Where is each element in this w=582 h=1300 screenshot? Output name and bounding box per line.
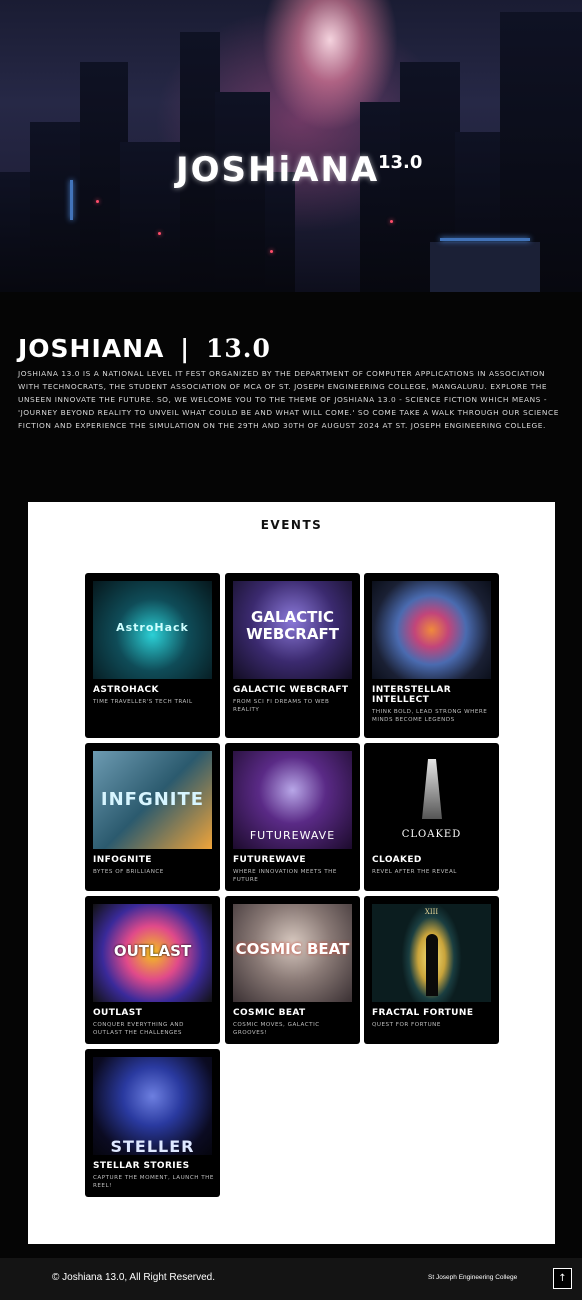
event-card-fractal-fortune[interactable]: XIII Fractal Fortune Quest for fortune: [364, 896, 499, 1044]
event-image-text: COSMIC BEAT: [235, 940, 350, 958]
events-title: EVENTS: [260, 518, 323, 532]
event-image-text: GALACTIC WEBCRAFT: [246, 608, 339, 643]
event-name: Infognite: [93, 855, 152, 865]
event-name: Fractal Fortune: [372, 1008, 474, 1018]
event-card-cloaked[interactable]: CLOAKED Cloaked Revel after the reveal: [364, 743, 499, 891]
event-image: XIII: [372, 904, 491, 1002]
event-tagline: Revel after the reveal: [372, 869, 457, 875]
hero-light: [96, 200, 99, 203]
event-image-text: AstroHack: [116, 621, 189, 634]
event-name: Astrohack: [93, 685, 159, 695]
event-image: AstroHack: [93, 581, 212, 679]
hero-neon-strip: [440, 238, 530, 241]
cloaked-figure-icon: [422, 759, 442, 819]
event-card-cosmic-beat[interactable]: COSMIC BEAT Cosmic Beat Cosmic moves, ga…: [225, 896, 360, 1044]
arrow-up-icon: ↑: [558, 1273, 567, 1284]
hero-platform: [430, 242, 540, 292]
event-image-text: FUTUREWAVE: [249, 829, 336, 842]
hero-version: 13.0: [378, 152, 423, 173]
back-to-top-button[interactable]: ↑: [553, 1268, 572, 1289]
about-title: JOSHIANA | 13.0: [18, 334, 271, 363]
event-card-stellar-stories[interactable]: STELLER Stellar Stories Capture the mome…: [85, 1049, 220, 1197]
hero-neon-strip: [70, 180, 73, 220]
about-title-separator: |: [180, 334, 191, 363]
event-tagline: Bytes of brilliance: [93, 869, 164, 875]
event-image: COSMIC BEAT: [233, 904, 352, 1002]
hero-building: [265, 172, 295, 292]
hero-light: [390, 220, 393, 223]
event-tagline: Quest for fortune: [372, 1022, 441, 1028]
about-title-version: 13.0: [205, 334, 271, 363]
event-name: Cosmic Beat: [233, 1008, 306, 1018]
footer-copyright: © Joshiana 13.0, All Right Reserved.: [52, 1272, 216, 1283]
event-tagline: Cosmic moves, galactic grooves!: [233, 1022, 320, 1036]
event-image: STELLER: [93, 1057, 212, 1155]
event-image: OUTLAST: [93, 904, 212, 1002]
event-name: Stellar Stories: [93, 1161, 190, 1171]
event-card-outlast[interactable]: OUTLAST Outlast Conquer everything and o…: [85, 896, 220, 1044]
event-name: Outlast: [93, 1008, 143, 1018]
about-title-name: JOSHIANA: [18, 334, 165, 363]
event-card-infognite[interactable]: INFGNITE Infognite Bytes of brilliance: [85, 743, 220, 891]
event-tagline: From sci fi dreams to web reality: [233, 699, 330, 713]
hero-title: JOSHiANA: [176, 150, 380, 190]
event-card-futurewave[interactable]: FUTUREWAVE Futurewave Where innovation m…: [225, 743, 360, 891]
event-tagline: Conquer everything and outlast the chall…: [93, 1022, 184, 1036]
event-image-text: STELLER: [110, 1137, 195, 1155]
hero-light: [270, 250, 273, 253]
event-image: GALACTIC WEBCRAFT: [233, 581, 352, 679]
event-name: Galactic Webcraft: [233, 685, 349, 695]
event-tagline: Think bold, lead strong where minds beco…: [372, 709, 488, 723]
about-description: Joshiana 13.0 is a national level IT fes…: [18, 369, 559, 430]
event-tagline: Where innovation meets the future: [233, 869, 337, 883]
event-name: Interstellar Intellect: [372, 685, 452, 705]
footer: © Joshiana 13.0, All Right Reserved. St …: [0, 1258, 582, 1300]
event-name: Cloaked: [372, 855, 422, 865]
footer-college-link[interactable]: St Joseph Engineering College: [428, 1274, 517, 1281]
event-image-text: OUTLAST: [113, 942, 192, 960]
hero-light: [158, 232, 161, 235]
hero-banner: JOSHiANA 13.0: [0, 0, 582, 292]
event-image: INFGNITE: [93, 751, 212, 849]
event-tagline: Time traveller's tech trail: [93, 699, 193, 705]
events-panel: EVENTS AstroHack Astrohack Time travelle…: [28, 502, 555, 1244]
hero-building: [215, 92, 270, 292]
event-image-text: INFGNITE: [100, 789, 205, 810]
event-image: [372, 581, 491, 679]
event-card-astrohack[interactable]: AstroHack Astrohack Time traveller's tec…: [85, 573, 220, 738]
event-card-galactic-webcraft[interactable]: GALACTIC WEBCRAFT Galactic Webcraft From…: [225, 573, 360, 738]
event-image: CLOAKED: [372, 751, 491, 849]
event-image-text: XIII: [424, 908, 439, 916]
event-card-interstellar-intellect[interactable]: Interstellar Intellect Think bold, lead …: [364, 573, 499, 738]
event-image: FUTUREWAVE: [233, 751, 352, 849]
event-image-text: CLOAKED: [401, 829, 462, 840]
event-name: Futurewave: [233, 855, 306, 865]
silhouette-icon: [426, 934, 438, 996]
event-tagline: Capture the moment, launch the reel!: [93, 1175, 214, 1189]
